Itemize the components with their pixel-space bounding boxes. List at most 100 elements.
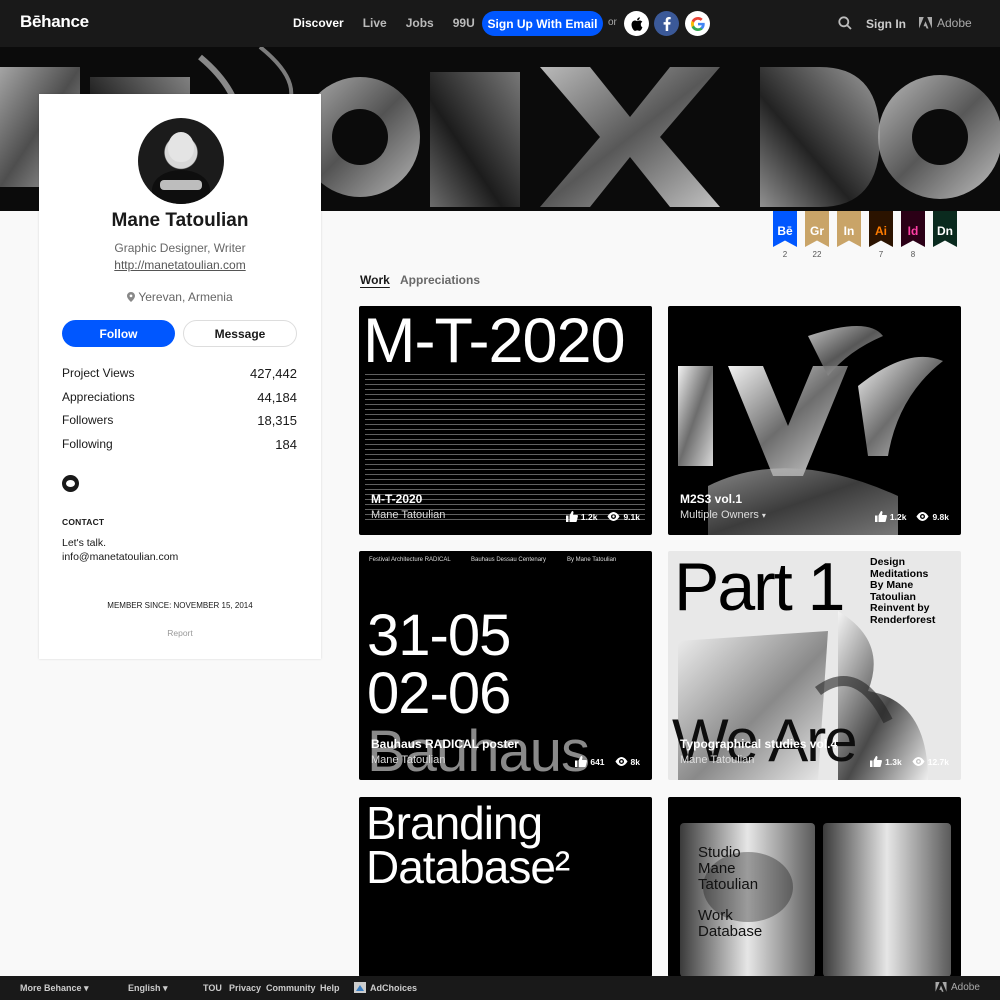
project-title[interactable]: M-T-2020: [371, 492, 422, 506]
project-art-text: Part 1: [674, 551, 845, 625]
project-art-side: Design Meditations By Mane Tatoulian Rei…: [870, 556, 935, 626]
thumbs-up-icon: [575, 756, 588, 767]
footer-privacy[interactable]: Privacy: [229, 983, 261, 993]
adobe-label: Adobe: [937, 16, 972, 30]
follow-button[interactable]: Follow: [62, 320, 175, 347]
art-line: Database: [698, 923, 763, 940]
nav-99u[interactable]: 99U: [453, 16, 475, 30]
stat-followers[interactable]: Followers 18,315: [62, 413, 297, 437]
project-art-text: Branding Database²: [366, 800, 570, 893]
message-button[interactable]: Message: [183, 320, 297, 347]
facebook-signin-button[interactable]: [654, 11, 679, 36]
project-art-header: Festival Architecture RADICAL: [369, 557, 451, 563]
profile-title: Graphic Designer, Writer: [114, 241, 246, 255]
art-line: Tatoulian: [698, 875, 759, 893]
adobe-icon: [919, 16, 932, 28]
adobe-link[interactable]: Adobe: [919, 16, 972, 30]
project-owner[interactable]: Multiple Owners ▾: [680, 509, 766, 521]
footer-language[interactable]: English ▾: [128, 983, 168, 994]
project-card[interactable]: M-T-2020 M-T-2020 Mane Tatoulian 1.2k 9.…: [359, 306, 652, 535]
google-signin-button[interactable]: [685, 11, 710, 36]
project-card[interactable]: Branding Database²: [359, 797, 652, 977]
search-icon[interactable]: [838, 16, 852, 30]
profile-stats: Project Views 427,442 Appreciations 44,184…: [62, 366, 297, 460]
badge-behance[interactable]: Bē: [773, 211, 797, 247]
badge-indesign[interactable]: Id: [901, 211, 925, 247]
thumbs-up-icon: [565, 511, 578, 522]
badge-graphic-design[interactable]: Gr: [805, 211, 829, 247]
tab-work[interactable]: Work: [360, 273, 390, 287]
project-card[interactable]: Studio Mane Tatoulian Work Database: [668, 797, 961, 977]
project-owner[interactable]: Mane Tatoulian: [371, 509, 445, 521]
footer-more-behance[interactable]: More Behance ▾: [20, 983, 89, 994]
likes-count: 641: [590, 756, 605, 767]
adobe-portfolio-icon[interactable]: [62, 475, 79, 492]
tab-appreciations[interactable]: Appreciations: [400, 273, 480, 287]
badge-dimension[interactable]: Dn: [933, 211, 957, 247]
footer-tou[interactable]: TOU: [203, 983, 222, 993]
project-card[interactable]: M2S3 vol.1 Multiple Owners ▾ 1.2k 9.8k: [668, 306, 961, 535]
signup-email-button[interactable]: Sign Up With Email: [482, 11, 603, 36]
appreciations-stat: 1.2k: [565, 511, 597, 522]
badge-illustrator[interactable]: Ai: [869, 211, 893, 247]
project-owner[interactable]: Mane Tatoulian: [371, 754, 445, 766]
avatar[interactable]: [138, 118, 224, 204]
footer-community[interactable]: Community: [266, 983, 316, 993]
project-owner[interactable]: Mane Tatoulian: [680, 754, 754, 766]
views-stat: 12.7k: [912, 757, 949, 767]
eye-icon: [916, 512, 929, 521]
badge-label: Ai: [875, 224, 887, 238]
badge-illustration[interactable]: In: [837, 211, 861, 247]
project-title[interactable]: Typographical studies vol.4: [680, 737, 837, 751]
stat-project-views: Project Views 427,442: [62, 366, 297, 390]
contact-text: Let's talk.: [62, 537, 107, 549]
facebook-icon: [663, 16, 671, 31]
top-navbar: Bēhance Discover Live Jobs 99U Sign Up W…: [0, 0, 1000, 47]
stat-value: 44,184: [257, 389, 297, 405]
profile-name: Mane Tatoulian: [111, 210, 249, 231]
footer-adchoices[interactable]: AdChoices: [354, 982, 417, 993]
nav-discover[interactable]: Discover: [293, 16, 344, 30]
nav-jobs[interactable]: Jobs: [406, 16, 434, 30]
views-count: 8k: [630, 756, 640, 767]
google-icon: [690, 16, 705, 31]
contact-email[interactable]: info@manetatoulian.com: [62, 551, 178, 563]
nav-live[interactable]: Live: [363, 16, 387, 30]
project-title[interactable]: M2S3 vol.1: [680, 492, 742, 506]
footer-adobe-link[interactable]: Adobe: [935, 982, 980, 993]
main-nav: Discover Live Jobs 99U: [293, 16, 494, 30]
project-art-header: Bauhaus Dessau Centenary: [471, 557, 547, 563]
behance-logo[interactable]: Bēhance: [20, 12, 89, 32]
project-art-text: M-T-2020: [363, 306, 626, 376]
stat-value: 18,315: [257, 413, 297, 428]
views-count: 9.1k: [623, 511, 640, 522]
caret-down-icon: ▾: [761, 511, 766, 520]
adchoices-label: AdChoices: [370, 982, 418, 993]
eye-icon: [912, 757, 925, 766]
project-card[interactable]: Part 1 Design Meditations By Mane Tatoul…: [668, 551, 961, 780]
appreciations-stat: 641: [575, 756, 605, 767]
project-stats: 641 8k: [575, 756, 640, 767]
profile-website-link[interactable]: http://manetatoulian.com: [39, 258, 321, 272]
project-art-header: By Mane Tatoulian: [567, 557, 617, 563]
member-since: MEMBER SINCE: NOVEMBER 15, 2014: [107, 601, 253, 610]
likes-count: 1.2k: [889, 511, 907, 522]
project-art-text: Bauhaus: [367, 719, 590, 781]
stat-following[interactable]: Following 184: [62, 437, 297, 461]
project-title[interactable]: Bauhaus RADICAL poster: [371, 737, 519, 751]
signin-link[interactable]: Sign In: [866, 17, 906, 31]
or-label: or: [608, 17, 617, 28]
side-line: Reinvent by: [870, 602, 930, 615]
stat-label: Followers: [62, 413, 114, 427]
thumbs-up-icon: [874, 511, 887, 522]
apple-signin-button[interactable]: [624, 11, 649, 36]
views-count: 9.8k: [932, 511, 949, 522]
project-stats: 1.2k 9.8k: [874, 511, 949, 522]
project-card[interactable]: Festival Architecture RADICAL Bauhaus De…: [359, 551, 652, 780]
project-art-text: Studio Mane Tatoulian Work Database: [698, 845, 762, 940]
footer-help[interactable]: Help: [320, 983, 340, 993]
art-line: Database²: [366, 840, 570, 893]
profile-location: Yerevan, Armenia: [39, 290, 321, 304]
report-link[interactable]: Report: [39, 628, 321, 638]
stat-label: Appreciations: [62, 389, 135, 404]
